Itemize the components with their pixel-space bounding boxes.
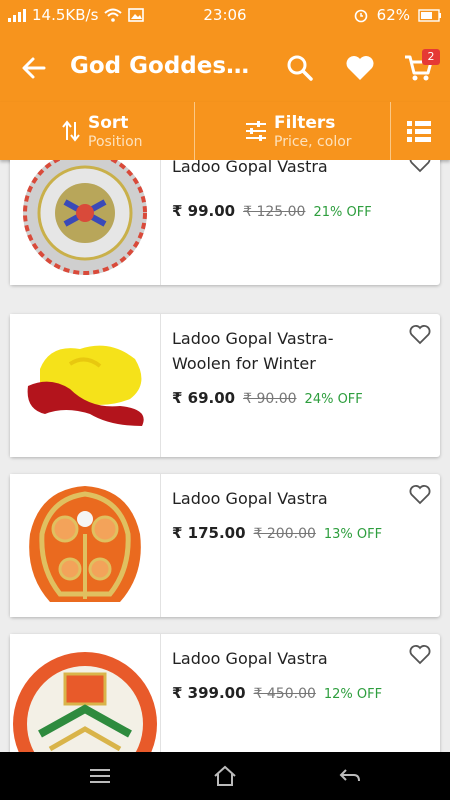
product-image bbox=[10, 474, 161, 617]
product-name: Ladoo Gopal Vastra bbox=[172, 160, 328, 176]
filters-sub-label: Price, color bbox=[274, 134, 352, 150]
favorite-heart-icon[interactable] bbox=[408, 482, 432, 506]
filters-button[interactable]: Filters Price, color bbox=[195, 102, 390, 160]
product-mrp: ₹ 200.00 bbox=[253, 526, 316, 542]
app-toolbar: God Goddess ... 2 bbox=[0, 32, 450, 102]
favorite-heart-icon[interactable] bbox=[408, 642, 432, 666]
product-image bbox=[10, 314, 161, 457]
status-right: 62% bbox=[353, 6, 442, 24]
battery-percent: 62% bbox=[376, 6, 410, 24]
price-row: ₹ 399.00 ₹ 450.00 12% OFF bbox=[172, 684, 382, 702]
system-navigation-bar bbox=[0, 752, 450, 800]
price-row: ₹ 69.00 ₹ 90.00 24% OFF bbox=[172, 389, 363, 407]
sort-button[interactable]: Sort Position bbox=[0, 102, 194, 160]
sort-sub-label: Position bbox=[88, 134, 143, 150]
product-mrp: ₹ 90.00 bbox=[243, 391, 297, 407]
wishlist-heart-icon[interactable] bbox=[344, 52, 376, 84]
sort-arrows-icon bbox=[62, 120, 80, 142]
product-price: ₹ 175.00 bbox=[172, 524, 246, 542]
product-image bbox=[10, 160, 161, 285]
product-name: Ladoo Gopal Vastra bbox=[172, 489, 328, 508]
discount-label: 24% OFF bbox=[304, 392, 363, 407]
product-mrp: ₹ 125.00 bbox=[243, 204, 306, 220]
price-row: ₹ 99.00 ₹ 125.00 21% OFF bbox=[172, 202, 372, 220]
search-icon[interactable] bbox=[284, 52, 316, 84]
cart-count-badge: 2 bbox=[422, 49, 440, 65]
product-price: ₹ 99.00 bbox=[172, 202, 236, 220]
back-arrow-icon[interactable] bbox=[18, 52, 50, 84]
product-image bbox=[10, 634, 161, 752]
discount-label: 13% OFF bbox=[323, 527, 383, 542]
menu-icon[interactable] bbox=[86, 764, 114, 788]
favorite-heart-icon[interactable] bbox=[408, 160, 432, 174]
status-bar: 14.5KB/s 23:06 62% bbox=[0, 0, 450, 32]
product-mrp: ₹ 450.00 bbox=[253, 686, 316, 702]
product-card[interactable]: Ladoo Gopal Vastra ₹ 399.00 ₹ 450.00 12% O… bbox=[10, 634, 440, 752]
price-row: ₹ 175.00 ₹ 200.00 13% OFF bbox=[172, 524, 382, 542]
product-list: Ladoo Gopal Vastra ₹ 99.00 ₹ 125.00 21% OF… bbox=[0, 160, 450, 752]
home-icon[interactable] bbox=[211, 764, 239, 788]
list-view-icon[interactable] bbox=[406, 119, 432, 143]
product-card[interactable]: Ladoo Gopal Vastra ₹ 175.00 ₹ 200.00 13% O… bbox=[10, 474, 440, 617]
product-name: Ladoo Gopal Vastra- Woolen for Winter bbox=[172, 329, 334, 373]
battery-icon bbox=[418, 8, 441, 22]
discount-label: 12% OFF bbox=[323, 687, 383, 702]
product-price: ₹ 399.00 bbox=[172, 684, 246, 702]
filters-label: Filters bbox=[274, 113, 336, 133]
product-card[interactable]: Ladoo Gopal Vastra- Woolen for Winter ₹ … bbox=[10, 314, 440, 457]
sort-filter-bar: Sort Position Filters Price, color bbox=[0, 102, 450, 160]
product-price: ₹ 69.00 bbox=[172, 389, 236, 407]
back-icon[interactable] bbox=[336, 764, 364, 788]
product-card[interactable]: Ladoo Gopal Vastra ₹ 99.00 ₹ 125.00 21% OF… bbox=[10, 160, 440, 285]
sort-label: Sort bbox=[88, 113, 129, 133]
product-name: Ladoo Gopal Vastra bbox=[172, 649, 328, 668]
favorite-heart-icon[interactable] bbox=[408, 322, 432, 346]
page-title: God Goddess ... bbox=[70, 53, 250, 79]
filter-sliders-icon bbox=[246, 121, 266, 141]
alarm-icon bbox=[354, 9, 367, 23]
sortbar-divider bbox=[390, 102, 391, 160]
discount-label: 21% OFF bbox=[313, 205, 372, 220]
